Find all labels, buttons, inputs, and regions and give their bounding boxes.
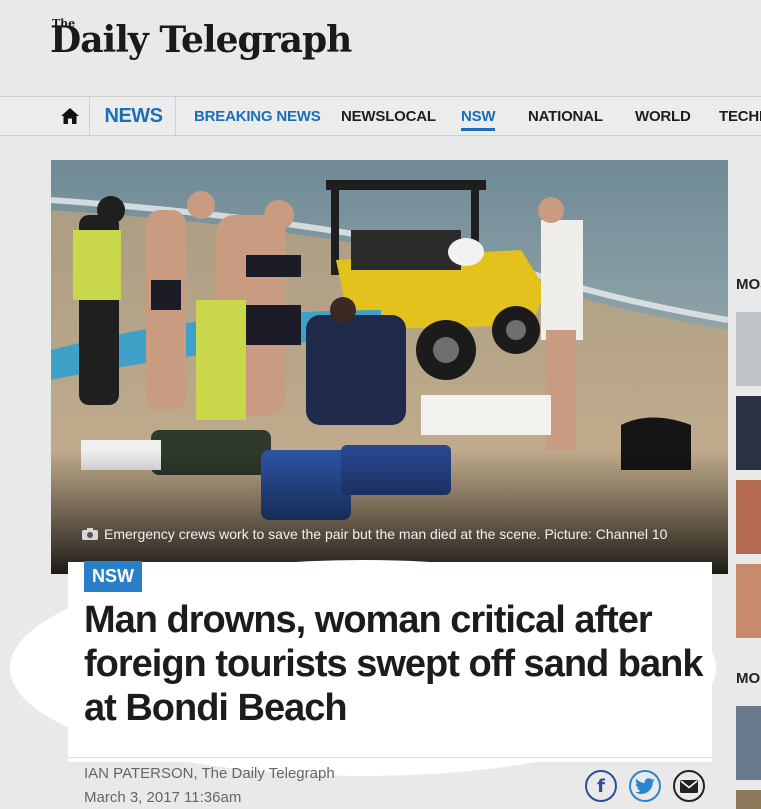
byline-divider: [68, 757, 712, 758]
nav-section-news[interactable]: NEWS: [92, 97, 176, 135]
rail-thumbnail[interactable]: [736, 396, 761, 470]
rail-thumbnail[interactable]: [736, 564, 761, 638]
nav-item-world[interactable]: WORLD: [635, 97, 691, 135]
nav-item-technology[interactable]: TECHN: [719, 97, 761, 135]
home-icon: [60, 108, 79, 124]
rail-heading-more: MO: [736, 670, 761, 687]
caption-text: Emergency crews work to save the pair bu…: [104, 526, 668, 542]
main-nav: NEWS BREAKING NEWS NEWSLOCAL NSW NATIONA…: [0, 96, 761, 136]
hero-image[interactable]: Emergency crews work to save the pair bu…: [51, 160, 728, 574]
rail-heading-most: MOS: [736, 276, 761, 293]
twitter-share-button[interactable]: [629, 770, 661, 802]
article-author[interactable]: IAN PATERSON, The Daily Telegraph: [84, 765, 335, 782]
twitter-icon: [635, 778, 655, 794]
camera-icon: [82, 528, 98, 540]
home-button[interactable]: [50, 97, 90, 135]
rail-thumbnail[interactable]: [736, 480, 761, 554]
article-headline: Man drowns, woman critical after foreign…: [84, 599, 704, 729]
nav-item-nsw[interactable]: NSW: [461, 97, 496, 135]
email-share-button[interactable]: [673, 770, 705, 802]
email-icon: [680, 779, 698, 793]
section-tag[interactable]: NSW: [84, 561, 142, 592]
nav-item-newslocal[interactable]: NEWSLOCAL: [341, 97, 436, 135]
rail-thumbnail[interactable]: [736, 706, 761, 780]
nav-item-national[interactable]: NATIONAL: [528, 97, 603, 135]
article-date: March 3, 2017 11:36am: [84, 789, 242, 806]
rail-thumbnail[interactable]: [736, 790, 761, 809]
facebook-share-button[interactable]: f: [585, 770, 617, 802]
logo-the: The: [52, 17, 76, 30]
masthead: The Daily Telegraph: [0, 0, 761, 96]
logo-name: Daily Telegraph: [50, 19, 352, 61]
facebook-icon: f: [597, 775, 605, 797]
image-caption: Emergency crews work to save the pair bu…: [82, 526, 667, 542]
nav-item-breaking-news[interactable]: BREAKING NEWS: [194, 97, 321, 135]
rail-thumbnail[interactable]: [736, 312, 761, 386]
beach-scene-image: [51, 160, 728, 574]
site-logo[interactable]: The Daily Telegraph: [50, 18, 352, 61]
